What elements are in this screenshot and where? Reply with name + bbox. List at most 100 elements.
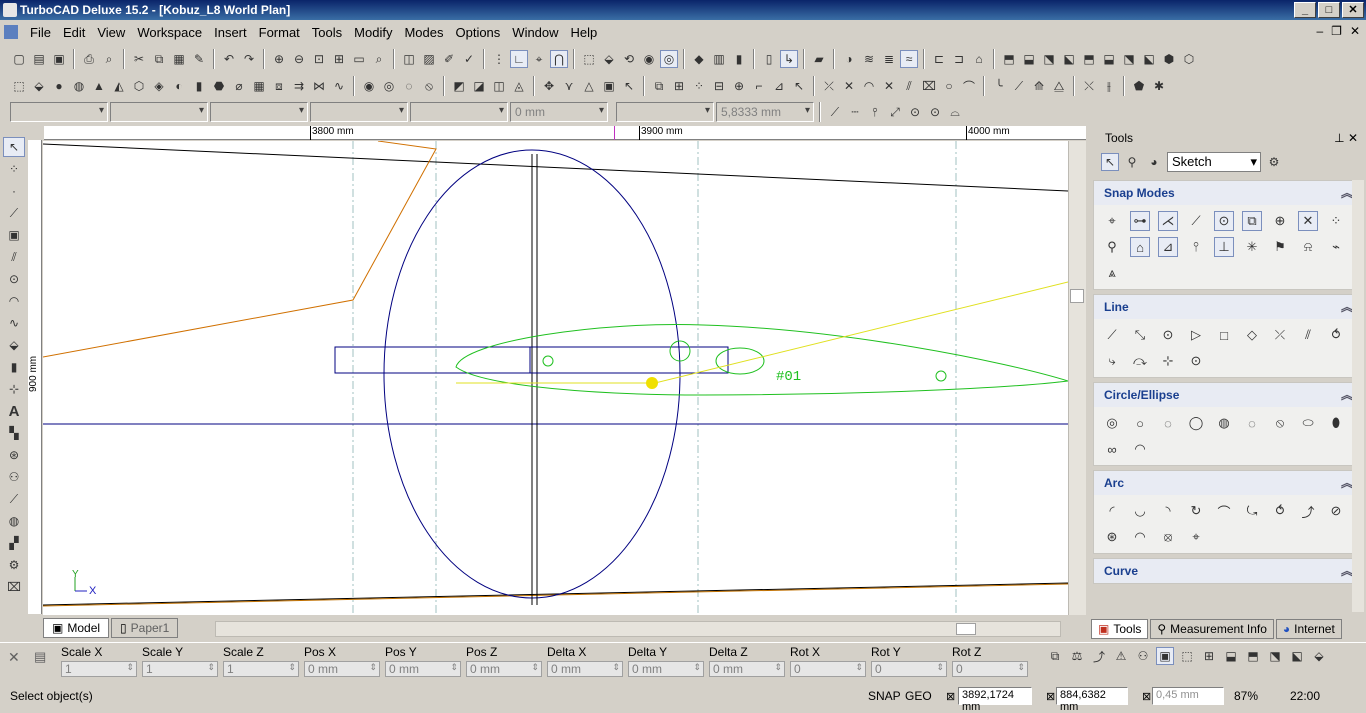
section-circle-title[interactable]: Circle/Ellipse [1094, 383, 1361, 407]
coord-input[interactable]: 0 mm [466, 661, 542, 677]
zoom-page-icon[interactable]: ▭ [350, 50, 368, 68]
menu-modes[interactable]: Modes [398, 25, 449, 40]
thickness-combo[interactable]: 0 mm [510, 102, 608, 122]
block-icon[interactable]: ◆ [690, 50, 708, 68]
circle-ellipse-tool-5-icon[interactable]: ◍ [1214, 413, 1234, 433]
app-icon[interactable] [3, 3, 17, 17]
cube-7-icon[interactable]: ⬔ [1120, 50, 1138, 68]
snap-modes-tool-5-icon[interactable]: ⊙ [1214, 211, 1234, 231]
line-tool-3-icon[interactable]: ⊙ [1158, 325, 1178, 345]
cube-8-icon[interactable]: ⬕ [1140, 50, 1158, 68]
line-tool-12-icon[interactable]: ⊹ [1158, 351, 1178, 371]
coord-input[interactable]: 1 [142, 661, 218, 677]
delete-segment-icon[interactable]: ✕ [840, 77, 858, 95]
chamfer-2d-icon[interactable]: ⟋ [1010, 77, 1028, 95]
coord-tool-13-icon[interactable]: ⬙ [1310, 647, 1328, 665]
measure-icon[interactable]: △ [580, 77, 598, 95]
section-arc-title[interactable]: Arc [1094, 471, 1361, 495]
snap-modes-tool-12-icon[interactable]: ⊿ [1158, 237, 1178, 257]
boolean-add-icon[interactable]: ◉ [360, 77, 378, 95]
box-2-icon[interactable]: ⬙ [30, 77, 48, 95]
coord-input[interactable]: 0 mm [628, 661, 704, 677]
dimension-tool-icon[interactable]: ⊹ [3, 379, 25, 399]
circle-ellipse-tool-10-icon[interactable]: ∞ [1102, 439, 1122, 459]
fillet-2d-icon[interactable]: ╰ [990, 77, 1008, 95]
tool-a-icon[interactable]: ⊐ [950, 50, 968, 68]
mesh-icon[interactable]: ▦ [250, 77, 268, 95]
section-snap-title[interactable]: Snap Modes [1094, 181, 1361, 205]
save-icon[interactable]: ▣ [50, 50, 68, 68]
blend-icon[interactable]: ◫ [490, 77, 508, 95]
point-icon[interactable]: · [3, 181, 25, 201]
grid-icon[interactable]: ⋮ [490, 50, 508, 68]
extrude-icon[interactable]: ◈ [150, 77, 168, 95]
close-button[interactable]: ✕ [1342, 2, 1364, 18]
status-x-field[interactable]: 3892,1724 mm [958, 687, 1032, 713]
arc-tool-12-icon[interactable]: ⦻ [1158, 527, 1178, 547]
arc-tool-5-icon[interactable]: ⌒ [1214, 501, 1234, 521]
modify-tool-icon[interactable]: ⟋ [3, 489, 25, 509]
print-icon[interactable]: ⎙ [80, 50, 98, 68]
panel-select-icon[interactable]: ↖ [1101, 153, 1119, 171]
menu-tools[interactable]: Tools [306, 25, 348, 40]
arc-tool-10-icon[interactable]: ⊛ [1102, 527, 1122, 547]
scale-icon[interactable]: ⊿ [770, 77, 788, 95]
status-geo[interactable]: GEO [905, 689, 932, 703]
view-front-icon[interactable]: ⬚ [580, 50, 598, 68]
arc-tool-1-icon[interactable]: ◜ [1102, 501, 1122, 521]
style-combo[interactable] [616, 102, 714, 122]
panel-pin-close-icon[interactable]: ⊥ ✕ [1334, 128, 1358, 148]
cube-10-icon[interactable]: ⬡ [1180, 50, 1198, 68]
cluster-icon[interactable]: ⁘ [690, 77, 708, 95]
snap-modes-tool-9-icon[interactable]: ⁘ [1326, 211, 1346, 231]
snap-modes-tool-16-icon[interactable]: ⚑ [1270, 237, 1290, 257]
coord-tool-1-icon[interactable]: ⧉ [1046, 647, 1064, 665]
panel-tab-measurement[interactable]: ⚲ Measurement Info [1150, 619, 1274, 639]
snap-dash-icon[interactable]: ┄ [846, 103, 864, 121]
color-combo[interactable] [110, 102, 208, 122]
snap-arc-icon[interactable]: ⌓ [946, 103, 964, 121]
coord-tool-7-icon[interactable]: ⬚ [1178, 647, 1196, 665]
modify-solid-icon[interactable]: ◍ [3, 511, 25, 531]
coord-tool-9-icon[interactable]: ⬓ [1222, 647, 1240, 665]
cube-4-icon[interactable]: ⬕ [1060, 50, 1078, 68]
document-icon[interactable] [4, 25, 18, 39]
snap-modes-tool-14-icon[interactable]: ⊥ [1214, 237, 1234, 257]
snap-mark-icon[interactable]: ⫯ [866, 103, 884, 121]
coord-input[interactable]: 0 [871, 661, 947, 677]
paste-icon[interactable]: ▦ [170, 50, 188, 68]
ucs-icon[interactable]: ↳ [780, 50, 798, 68]
snap-modes-tool-18-icon[interactable]: ⌁ [1326, 237, 1346, 257]
chart-icon[interactable]: ▮ [730, 50, 748, 68]
sphere-icon[interactable]: ● [50, 77, 68, 95]
panel-tab-internet[interactable]: ◕ Internet [1275, 619, 1342, 639]
menu-view[interactable]: View [91, 25, 131, 40]
pick-icon[interactable]: ↖ [790, 77, 808, 95]
circle-tool-icon[interactable]: ⊙ [3, 269, 25, 289]
boolean-int-icon[interactable]: ◌ [400, 77, 418, 95]
move-icon[interactable]: ✥ [540, 77, 558, 95]
book-icon[interactable]: ▰ [810, 50, 828, 68]
layers-icon[interactable]: ≋ [860, 50, 878, 68]
menu-edit[interactable]: Edit [57, 25, 91, 40]
tangent-icon[interactable]: ⌒ [960, 77, 978, 95]
coord-menu-icon[interactable]: ▤ [34, 649, 46, 665]
cube-9-icon[interactable]: ⬢ [1160, 50, 1178, 68]
line-tool-10-icon[interactable]: ⤷ [1102, 351, 1122, 371]
open-icon[interactable]: ▤ [30, 50, 48, 68]
circle-ellipse-tool-11-icon[interactable]: ◠ [1130, 439, 1150, 459]
magnet-icon[interactable]: ⋂ [550, 50, 568, 68]
tab-model[interactable]: ▣ Model [43, 618, 110, 638]
tab-paper1[interactable]: ▯ Paper1 [111, 618, 179, 638]
library-icon[interactable]: ▥ [710, 50, 728, 68]
snap-line-icon[interactable]: ⟋ [826, 103, 844, 121]
circle-ellipse-tool-3-icon[interactable]: ◌ [1158, 413, 1178, 433]
center-icon[interactable]: ⊕ [730, 77, 748, 95]
arc-tool-7-icon[interactable]: ⥀ [1270, 501, 1290, 521]
circle-ellipse-tool-2-icon[interactable]: ○ [1130, 413, 1150, 433]
coord-close-icon[interactable]: ✕ [8, 649, 20, 666]
cross-icon[interactable]: ✕ [880, 77, 898, 95]
menu-insert[interactable]: Insert [208, 25, 253, 40]
coord-tool-3-icon[interactable]: ⤴ [1090, 647, 1108, 665]
corner-icon[interactable]: ⌐ [750, 77, 768, 95]
